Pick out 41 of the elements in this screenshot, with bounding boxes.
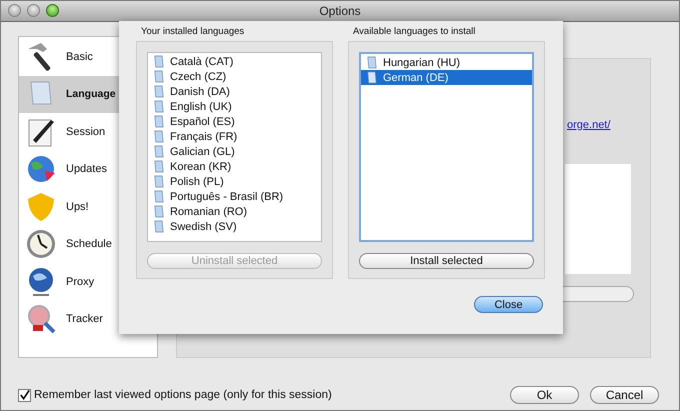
- scroll-icon: [153, 100, 164, 113]
- list-row[interactable]: Català (CAT): [148, 54, 321, 69]
- cancel-button[interactable]: Cancel: [590, 386, 659, 404]
- website-link[interactable]: orge.net/: [567, 119, 610, 131]
- clock-icon: [25, 228, 57, 260]
- magnifier-icon: [25, 303, 57, 336]
- scroll-icon: [366, 71, 377, 84]
- minimize-window-button[interactable]: [27, 4, 40, 17]
- scroll-icon: [153, 145, 164, 158]
- list-row[interactable]: Português - Brasil (BR): [148, 189, 321, 204]
- ok-button[interactable]: Ok: [510, 386, 579, 404]
- scroll-icon: [153, 115, 164, 128]
- close-button[interactable]: Close: [474, 296, 543, 313]
- scroll-icon: [366, 56, 377, 69]
- list-row[interactable]: Swedish (SV): [148, 219, 321, 234]
- list-row[interactable]: German (DE): [361, 70, 532, 85]
- scroll-icon: [153, 160, 164, 173]
- checkbox[interactable]: [18, 388, 31, 402]
- scroll-icon: [153, 85, 164, 98]
- group-title: Available languages to install: [352, 26, 476, 37]
- remember-checkbox[interactable]: Remember last viewed options page (only for this session): [18, 388, 332, 402]
- list-row[interactable]: Polish (PL): [148, 174, 321, 189]
- shield-icon: [25, 190, 57, 223]
- list-row[interactable]: Français (FR): [148, 129, 321, 144]
- group-title: Your installed languages: [140, 26, 246, 37]
- scroll-icon: [153, 70, 164, 83]
- list-row[interactable]: Hungarian (HU): [361, 55, 532, 70]
- list-row[interactable]: Romanian (RO): [148, 204, 321, 219]
- install-button[interactable]: Install selected: [359, 253, 534, 269]
- scroll-icon: [153, 175, 164, 188]
- scroll-icon: [153, 220, 164, 233]
- window-title: Options: [319, 4, 361, 18]
- scroll-icon: [153, 55, 164, 68]
- list-row[interactable]: Español (ES): [148, 114, 321, 129]
- close-window-button[interactable]: [8, 4, 21, 17]
- zoom-window-button[interactable]: [46, 4, 59, 17]
- scroll-icon: [153, 190, 164, 203]
- scroll-icon: [153, 205, 164, 218]
- scroll-icon: [153, 130, 164, 143]
- list-row[interactable]: Galician (GL): [148, 144, 321, 159]
- list-row[interactable]: Korean (KR): [148, 159, 321, 174]
